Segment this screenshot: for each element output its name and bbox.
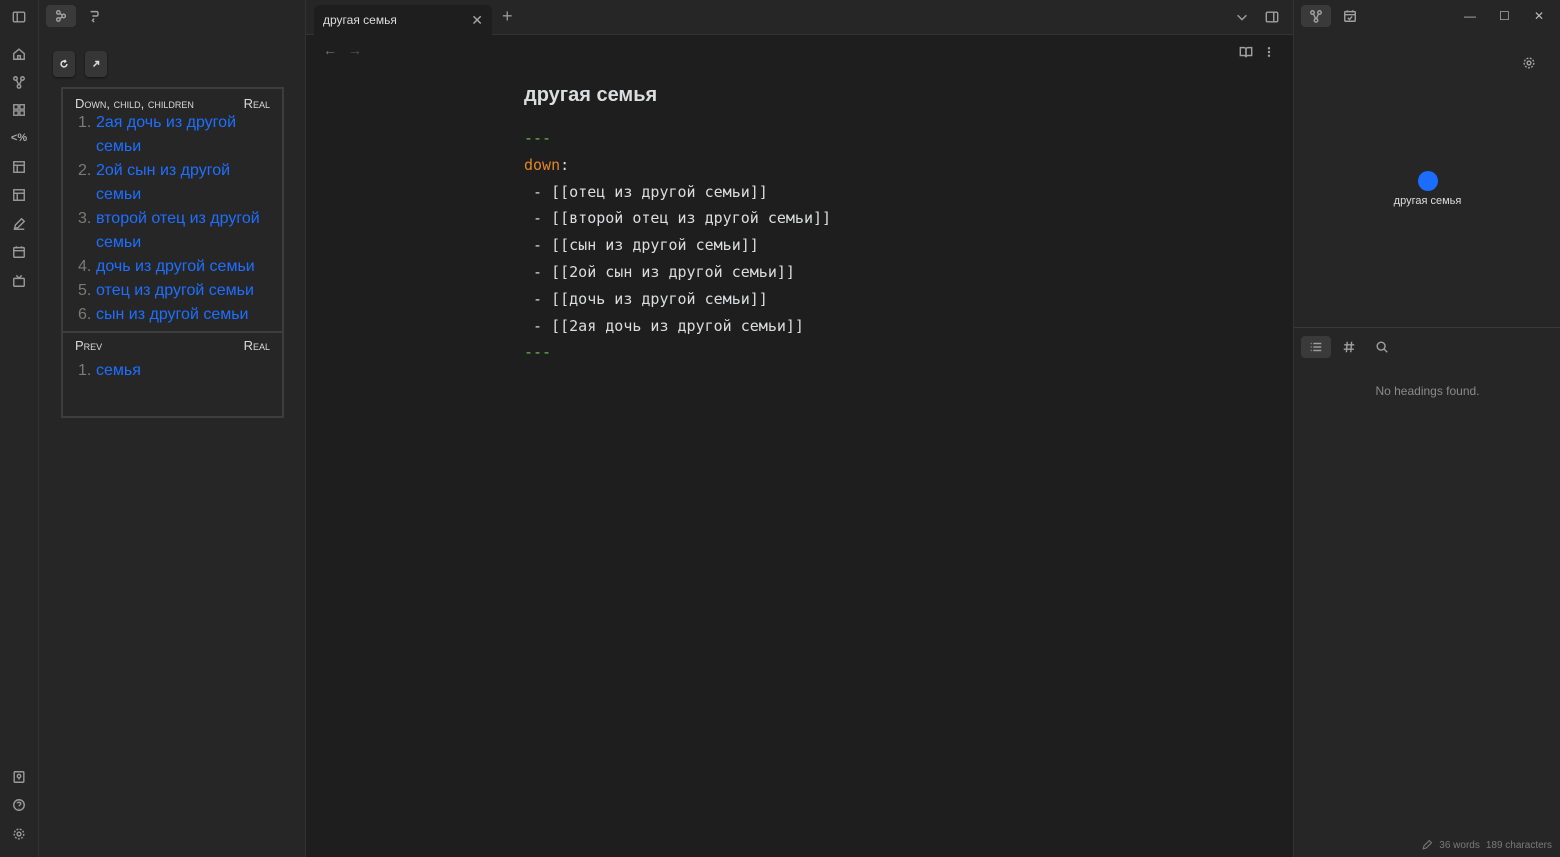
- forward-arrow-icon[interactable]: →: [348, 42, 362, 58]
- tab-close-icon[interactable]: ✕: [471, 12, 483, 29]
- item-number: 5.: [78, 282, 92, 299]
- breadcrumbs-view-icon[interactable]: [46, 5, 76, 27]
- breadcrumb-link-item[interactable]: 2. 2ой сын из другой семьи: [78, 159, 274, 207]
- frontmatter-list-line: - [[второй отец из другой семьи]]: [524, 209, 832, 228]
- main-editor-area: другая семья ✕ + ← → другая семья --- dow…: [306, 0, 1293, 857]
- frontmatter-block[interactable]: --- down: - [[отец из другой семьи]] - [[…: [524, 125, 831, 366]
- right-sidebar: — ☐ ✕ другая семья No headings found. 36…: [1293, 0, 1560, 857]
- ribbon: <%: [0, 0, 39, 857]
- prev-section-title: Prev: [75, 338, 103, 353]
- frontmatter-values: - [[отец из другой семьи]] - [[второй от…: [524, 179, 831, 340]
- frontmatter-list-line: - [[отец из другой семьи]]: [524, 182, 768, 201]
- character-count: 189 characters: [1485, 839, 1552, 851]
- note-editor[interactable]: другая семья --- down: - [[отец из другой…: [524, 84, 831, 366]
- calendar-tab-icon[interactable]: [1338, 5, 1362, 27]
- refresh-button[interactable]: [53, 51, 75, 77]
- frontmatter-colon: :: [560, 155, 570, 174]
- item-link[interactable]: дочь из другой семьи: [96, 255, 255, 279]
- search-tab-icon[interactable]: [1371, 336, 1393, 358]
- obsidian-window: <% Down, child, children Real 1. 2ая доч…: [0, 0, 1560, 857]
- item-number: 3.: [78, 210, 92, 227]
- frontmatter-close-delimiter: ---: [524, 343, 552, 362]
- frontmatter-list-line: - [[2ой сын из другой семьи]]: [524, 262, 795, 281]
- tab-bar: другая семья ✕ +: [306, 0, 1293, 35]
- calendar-icon[interactable]: [10, 243, 28, 261]
- pen-icon[interactable]: [10, 215, 28, 233]
- left-sidebar-header: [39, 0, 306, 34]
- frontmatter-key-line: down:: [524, 152, 831, 179]
- breadcrumb-link-item[interactable]: 1. 2ая дочь из другой семьи: [78, 111, 274, 159]
- frontmatter-list-line: - [[сын из другой семьи]]: [524, 236, 759, 255]
- layout-icon[interactable]: [10, 158, 28, 176]
- item-link[interactable]: отец из другой семьи: [96, 279, 254, 303]
- item-number: 1.: [78, 114, 92, 131]
- tags-tab-icon[interactable]: [1338, 336, 1360, 358]
- local-graph-tab-icon[interactable]: [1301, 5, 1331, 27]
- item-link[interactable]: 2ой сын из другой семьи: [96, 159, 274, 207]
- word-count: 36 words: [1439, 839, 1480, 851]
- window-close-icon[interactable]: ✕: [1534, 9, 1544, 23]
- tv-icon[interactable]: [10, 272, 28, 290]
- breadcrumbs-matrix: Down, child, children Real 1. 2ая дочь из…: [61, 87, 284, 418]
- vault-switch-icon[interactable]: [10, 768, 28, 786]
- tab-title: другая семья: [323, 13, 397, 27]
- layout-alt-icon[interactable]: [10, 186, 28, 204]
- right-sidebar-header: — ☐ ✕: [1294, 0, 1560, 34]
- graph-view-icon[interactable]: [10, 73, 28, 91]
- back-arrow-icon[interactable]: ←: [323, 42, 337, 58]
- new-tab-icon[interactable]: +: [502, 6, 513, 27]
- item-link[interactable]: сын из другой семьи: [96, 303, 249, 327]
- toggle-right-sidebar-icon[interactable]: [1263, 9, 1281, 25]
- more-options-icon[interactable]: [1263, 44, 1275, 60]
- graph-node-label: другая семья: [1393, 195, 1462, 207]
- frontmatter-key: down: [524, 155, 561, 174]
- graph-node[interactable]: [1418, 171, 1438, 191]
- left-sidebar: Down, child, children Real 1. 2ая дочь из…: [39, 0, 306, 857]
- prev-section-header: Prev Real: [63, 333, 282, 359]
- breadcrumb-link-item[interactable]: 3. второй отец из другой семьи: [78, 207, 274, 255]
- down-section-title: Down, child, children: [75, 96, 194, 111]
- toggle-left-sidebar-icon[interactable]: [10, 8, 28, 26]
- breadcrumb-link-item[interactable]: 6. сын из другой семьи: [78, 303, 274, 327]
- home-icon[interactable]: [10, 45, 28, 63]
- item-link[interactable]: второй отец из другой семьи: [96, 207, 274, 255]
- right-panel-divider: [1294, 327, 1560, 328]
- note-inline-title[interactable]: другая семья: [524, 84, 831, 107]
- item-number: 1.: [78, 362, 92, 379]
- item-number: 6.: [78, 306, 92, 323]
- tab-list-dropdown-icon[interactable]: [1234, 9, 1250, 25]
- settings-gear-icon[interactable]: [10, 825, 28, 843]
- item-link[interactable]: семья: [96, 359, 141, 383]
- prev-section-type: Real: [243, 338, 270, 353]
- outline-empty-message: No headings found.: [1375, 384, 1480, 398]
- prev-list: 1. семья: [63, 359, 282, 383]
- breadcrumb-link-item[interactable]: 5. отец из другой семьи: [78, 279, 274, 303]
- canvas-icon[interactable]: [10, 101, 28, 119]
- window-minimize-icon[interactable]: —: [1464, 9, 1476, 23]
- status-bar: 36 words 189 characters: [1421, 839, 1552, 851]
- frontmatter-list-line: - [[дочь из другой семьи]]: [524, 289, 768, 308]
- graph-settings-gear-icon[interactable]: [1521, 55, 1537, 71]
- reading-view-icon[interactable]: [1238, 44, 1254, 60]
- redirect-arrow-icon[interactable]: [83, 5, 107, 27]
- breadcrumb-link-item[interactable]: 1. семья: [78, 359, 274, 383]
- window-maximize-icon[interactable]: ☐: [1499, 9, 1510, 23]
- breadcrumb-link-item[interactable]: 4. дочь из другой семьи: [78, 255, 274, 279]
- frontmatter-open-delimiter: ---: [524, 129, 552, 147]
- down-section-type: Real: [243, 96, 270, 111]
- down-list: 1. 2ая дочь из другой семьи 2. 2ой сын из д…: [63, 111, 282, 327]
- refresh-icon: [60, 59, 68, 68]
- frontmatter-list-line: - [[2ая дочь из другой семьи]]: [524, 316, 804, 335]
- open-external-button[interactable]: [85, 51, 107, 77]
- outline-tab-icon[interactable]: [1301, 336, 1331, 358]
- item-link[interactable]: 2ая дочь из другой семьи: [96, 111, 274, 159]
- help-icon[interactable]: [10, 796, 28, 814]
- item-number: 4.: [78, 258, 92, 275]
- tab-drugaya-semya[interactable]: другая семья ✕: [314, 5, 492, 35]
- down-section-header: Down, child, children Real: [63, 89, 282, 111]
- edit-pencil-icon[interactable]: [1421, 839, 1433, 851]
- templater-icon[interactable]: <%: [10, 129, 28, 147]
- arrow-up-right-icon: [92, 60, 100, 68]
- item-number: 2.: [78, 162, 92, 179]
